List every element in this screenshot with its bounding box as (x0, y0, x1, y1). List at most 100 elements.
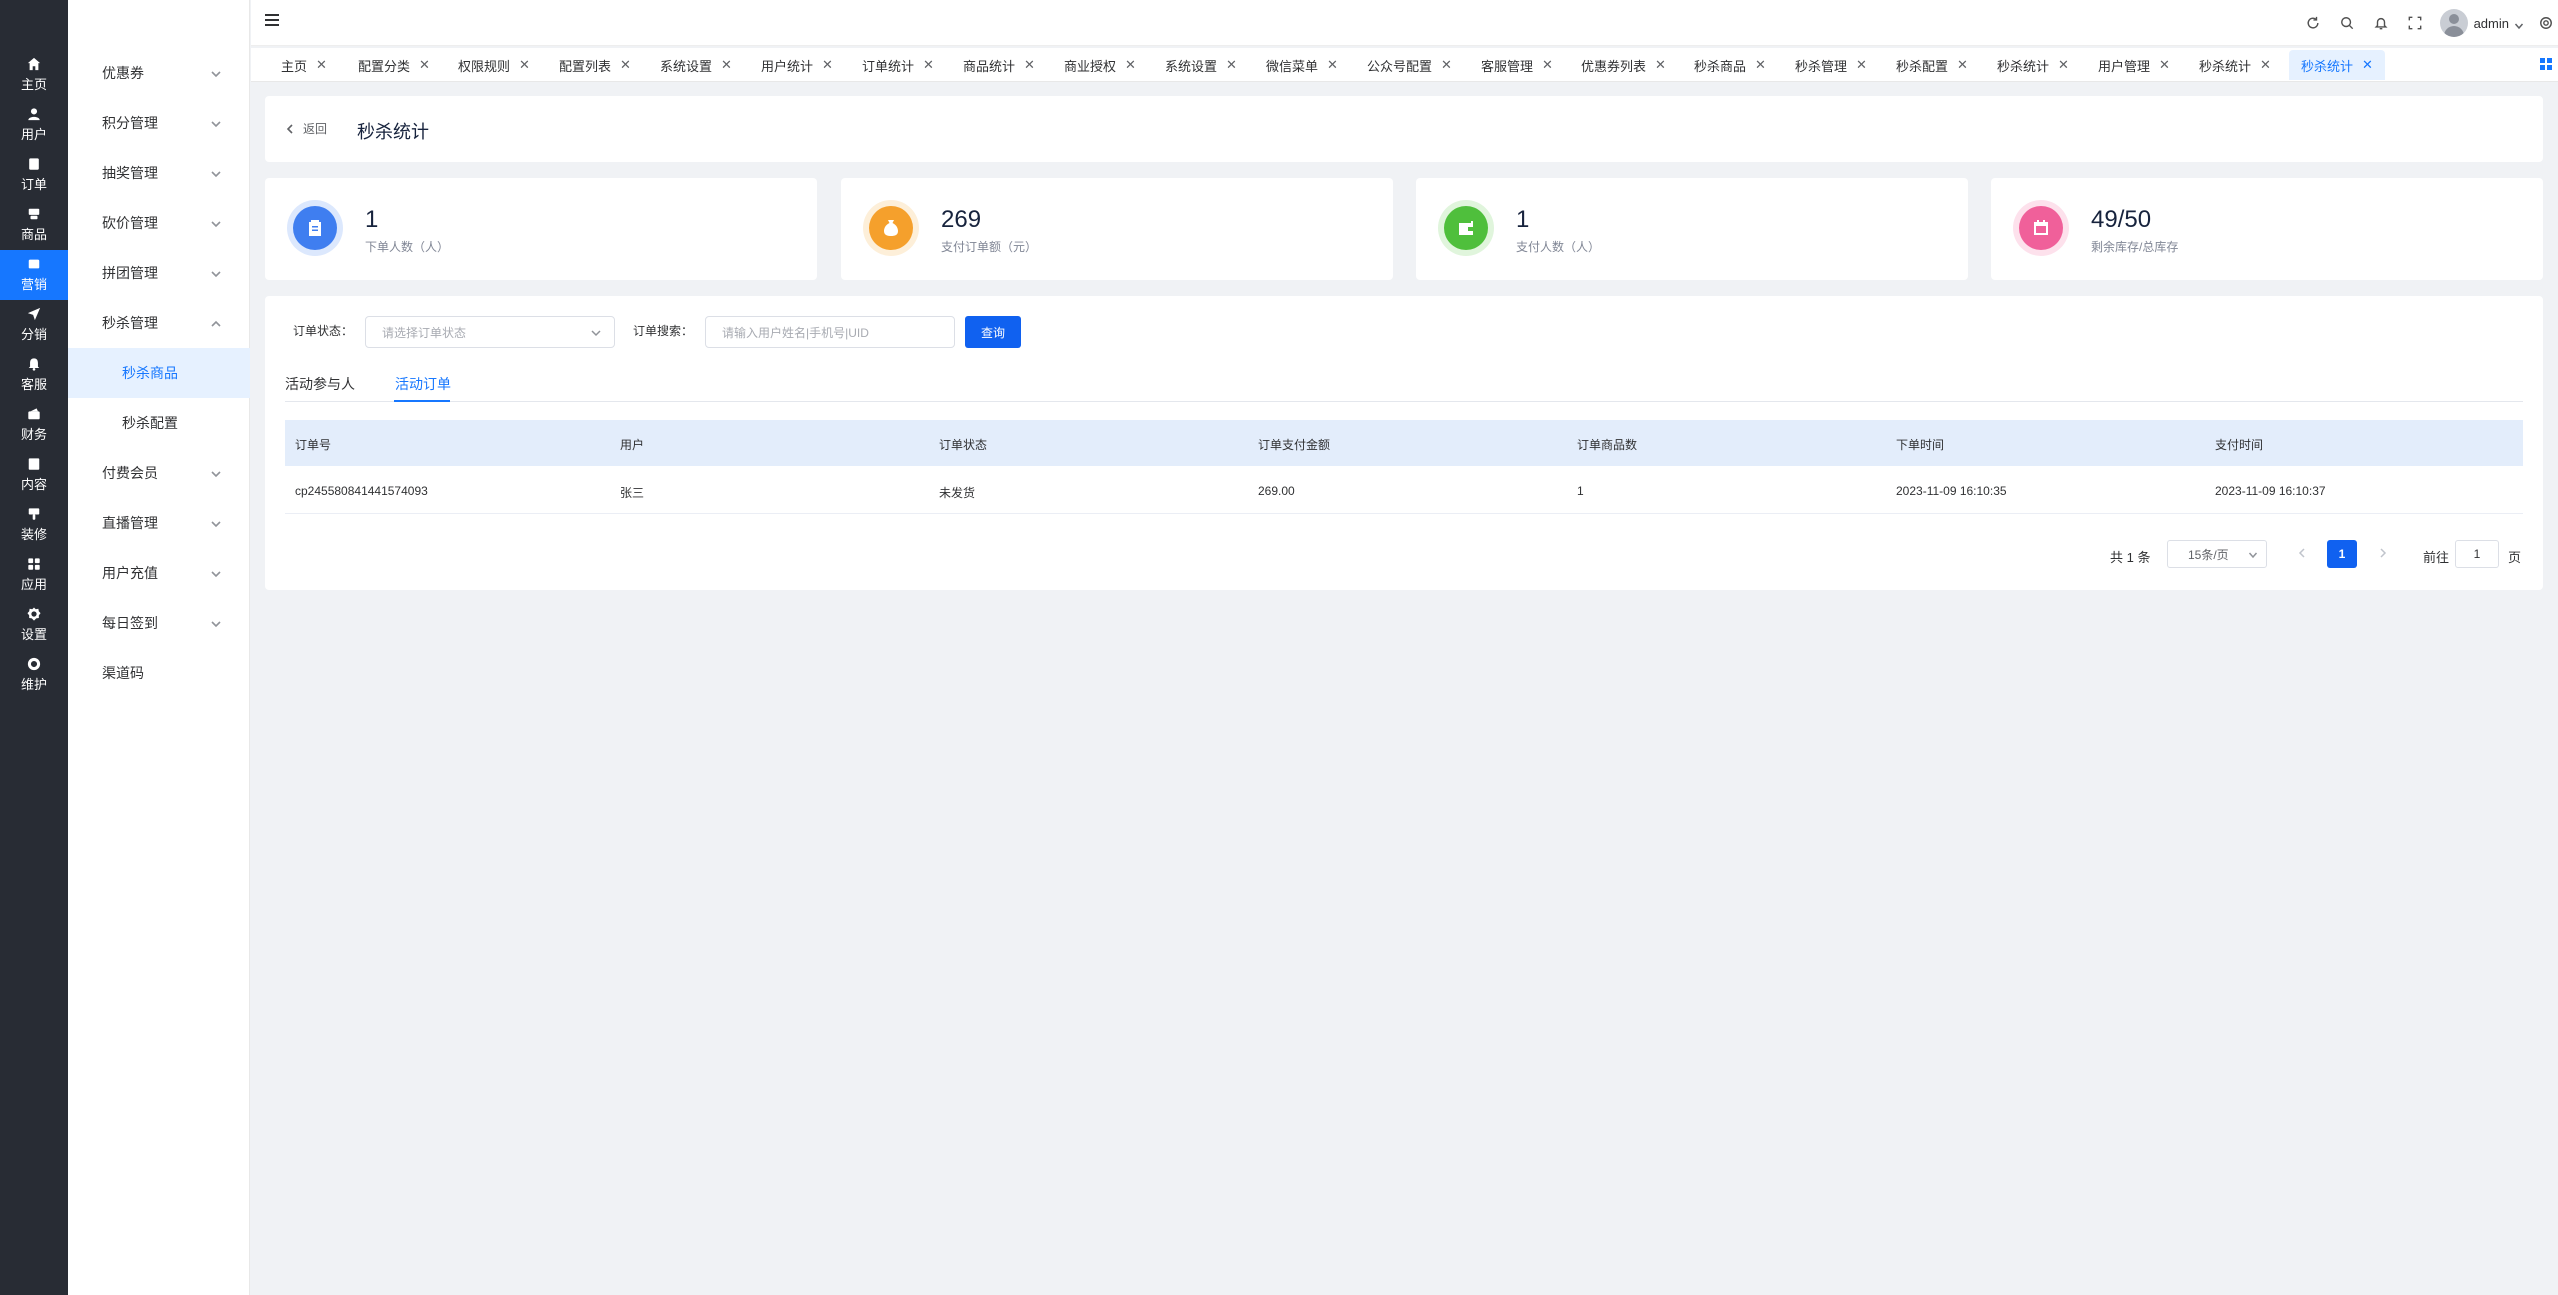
submenu-group-buy[interactable]: 拼团管理 (68, 248, 250, 298)
page-size-select[interactable]: 15条/页 (2167, 540, 2267, 568)
tag-label: 秒杀配置 (1896, 58, 1949, 74)
tag-wechat-menu[interactable]: 微信菜单 ✕ (1266, 50, 1338, 80)
status-select[interactable]: 请选择订单状态 (365, 316, 615, 348)
close-icon[interactable]: ✕ (620, 57, 631, 73)
goto-page-input[interactable]: 1 (2455, 540, 2499, 568)
submenu-bargain[interactable]: 砍价管理 (68, 198, 250, 248)
close-icon[interactable]: ✕ (1226, 57, 1237, 73)
rail-item-settings[interactable]: 设置 (0, 600, 68, 650)
fullscreen-icon[interactable] (2398, 0, 2432, 46)
tab-participants[interactable]: 活动参与人 (285, 374, 355, 394)
submenu-seckill-goods[interactable]: 秒杀商品 (68, 348, 250, 398)
submenu-paid-member[interactable]: 付费会员 (68, 448, 250, 498)
close-icon[interactable]: ✕ (1441, 57, 1452, 73)
close-icon[interactable]: ✕ (923, 57, 934, 73)
close-icon[interactable]: ✕ (1024, 57, 1035, 73)
refresh-icon[interactable] (2296, 0, 2330, 46)
rail-item-service[interactable]: 客服 (0, 350, 68, 400)
tag-user-stats[interactable]: 用户统计 ✕ (761, 50, 833, 80)
tag-seckill-manage[interactable]: 秒杀管理 ✕ (1795, 50, 1867, 80)
close-icon[interactable]: ✕ (519, 57, 530, 73)
avatar[interactable] (2439, 9, 2468, 37)
grid-icon[interactable] (2540, 58, 2552, 70)
tag-commercial-auth[interactable]: 商业授权 ✕ (1064, 50, 1136, 80)
close-icon[interactable]: ✕ (822, 57, 833, 73)
submenu-seckill[interactable]: 秒杀管理 (68, 298, 250, 348)
tag-seckill-goods[interactable]: 秒杀商品 ✕ (1694, 50, 1766, 80)
rail-item-finance[interactable]: 财务 (0, 400, 68, 450)
tag-home[interactable]: 主页 ✕ (281, 50, 327, 80)
close-icon[interactable]: ✕ (1755, 57, 1766, 73)
tag-user-manage[interactable]: 用户管理 ✕ (2098, 50, 2170, 80)
tag-customer-service[interactable]: 客服管理 ✕ (1481, 50, 1553, 80)
search-icon[interactable] (2330, 0, 2364, 46)
close-icon[interactable]: ✕ (316, 57, 327, 73)
page-number-current[interactable]: 1 (2327, 540, 2357, 568)
submenu-live[interactable]: 直播管理 (68, 498, 250, 548)
tag-label: 秒杀统计 (2199, 58, 2252, 74)
close-icon[interactable]: ✕ (1125, 57, 1136, 73)
tag-official-account[interactable]: 公众号配置 ✕ (1367, 50, 1452, 80)
submenu-seckill-config[interactable]: 秒杀配置 (68, 398, 250, 448)
rail-item-goods[interactable]: 商品 (0, 200, 68, 250)
search-input[interactable]: 请输入用户姓名|手机号|UID (705, 316, 955, 348)
tag-coupon-list[interactable]: 优惠券列表 ✕ (1581, 50, 1666, 80)
tag-seckill-config[interactable]: 秒杀配置 ✕ (1896, 50, 1968, 80)
decorate-icon (28, 508, 40, 520)
menu-toggle-icon[interactable] (265, 14, 281, 30)
submenu-label: 积分管理 (102, 115, 158, 131)
prev-page-button[interactable] (2296, 546, 2310, 560)
close-icon[interactable]: ✕ (1957, 57, 1968, 73)
rail-item-order[interactable]: 订单 (0, 150, 68, 200)
tag-seckill-stats-active[interactable]: 秒杀统计 ✕ (2289, 50, 2385, 80)
close-icon[interactable]: ✕ (419, 57, 430, 73)
close-icon[interactable]: ✕ (2260, 57, 2271, 73)
rail-item-user[interactable]: 用户 (0, 100, 68, 150)
close-icon[interactable]: ✕ (2362, 57, 2373, 73)
tag-label: 用户统计 (761, 58, 814, 74)
rail-label: 装修 (20, 527, 47, 542)
rail-item-maintain[interactable]: 维护 (0, 650, 68, 700)
tag-seckill-stats[interactable]: 秒杀统计 ✕ (1997, 50, 2069, 80)
close-icon[interactable]: ✕ (2058, 57, 2069, 73)
settings-icon[interactable] (2534, 0, 2558, 46)
tag-system-settings[interactable]: 系统设置 ✕ (660, 50, 732, 80)
tag-config-list[interactable]: 配置列表 ✕ (559, 50, 631, 80)
rail-item-marketing[interactable]: 营销 (0, 250, 68, 300)
settings-icon (27, 607, 41, 621)
username[interactable]: admin (2474, 16, 2509, 31)
table-row[interactable]: cp245580841441574093 张三 未发货 269.00 1 202… (285, 466, 2523, 514)
back-button[interactable]: 返回 (285, 120, 327, 137)
tag-config-category[interactable]: 配置分类 ✕ (358, 50, 430, 80)
submenu-lottery[interactable]: 抽奖管理 (68, 148, 250, 198)
close-icon[interactable]: ✕ (1655, 57, 1666, 73)
tab-activity-orders[interactable]: 活动订单 (395, 374, 451, 394)
tag-order-stats[interactable]: 订单统计 ✕ (862, 50, 934, 80)
rail-item-content[interactable]: 内容 (0, 450, 68, 500)
next-page-button[interactable] (2377, 546, 2391, 560)
close-icon[interactable]: ✕ (1542, 57, 1553, 73)
close-icon[interactable]: ✕ (721, 57, 732, 73)
submenu-checkin[interactable]: 每日签到 (68, 598, 250, 648)
chevron-down-icon[interactable] (2514, 18, 2524, 30)
top-header: admin (251, 0, 2558, 46)
tag-goods-stats[interactable]: 商品统计 ✕ (963, 50, 1035, 80)
bell-icon[interactable] (2364, 0, 2398, 46)
rail-item-decorate[interactable]: 装修 (0, 500, 68, 550)
tag-seckill-stats-2[interactable]: 秒杀统计 ✕ (2199, 50, 2271, 80)
submenu-points[interactable]: 积分管理 (68, 98, 250, 148)
close-icon[interactable]: ✕ (1327, 57, 1338, 73)
tag-permission-rules[interactable]: 权限规则 ✕ (458, 50, 530, 80)
rail-item-home[interactable]: 主页 (0, 50, 68, 100)
submenu-channel-code[interactable]: 渠道码 (68, 648, 250, 698)
tag-system-settings-2[interactable]: 系统设置 ✕ (1165, 50, 1237, 80)
close-icon[interactable]: ✕ (1856, 57, 1867, 73)
submenu-label: 秒杀配置 (122, 415, 178, 431)
submenu-coupon[interactable]: 优惠券 (68, 48, 250, 98)
submenu-recharge[interactable]: 用户充值 (68, 548, 250, 598)
chevron-down-icon (210, 467, 222, 479)
query-button[interactable]: 查询 (965, 316, 1021, 348)
rail-item-distribution[interactable]: 分销 (0, 300, 68, 350)
close-icon[interactable]: ✕ (2159, 57, 2170, 73)
rail-item-apps[interactable]: 应用 (0, 550, 68, 600)
